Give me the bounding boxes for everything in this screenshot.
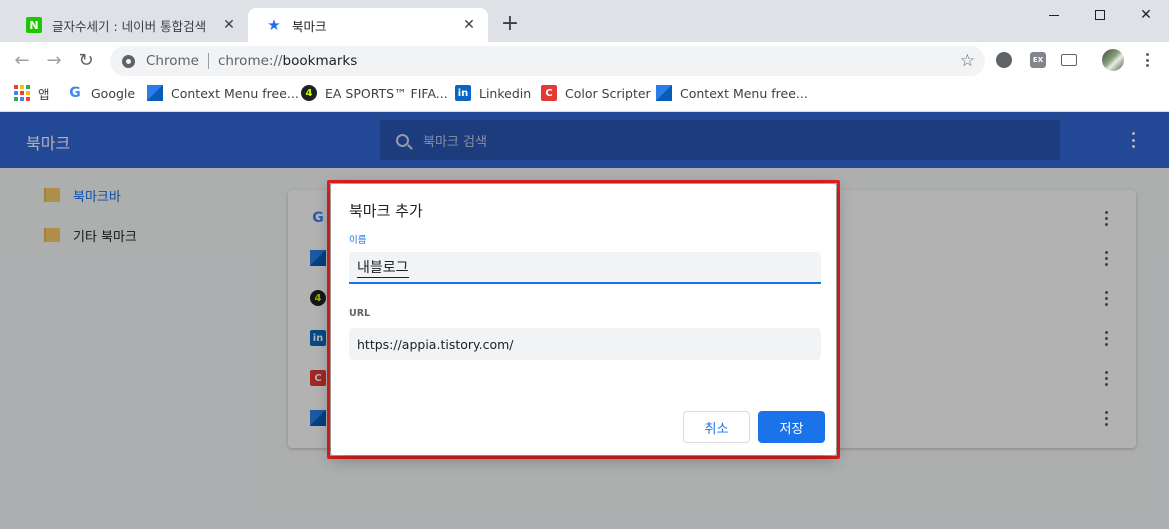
address-url: chrome://bookmarks: [218, 53, 357, 69]
tab-bookmarks[interactable]: ★ 북마크 ✕: [248, 8, 488, 42]
url-prefix: chrome://: [217, 53, 283, 69]
ea-sports-icon: 4: [301, 85, 317, 101]
bookmark-label: Google: [91, 85, 136, 101]
color-scripter-icon: C: [541, 85, 557, 101]
url-host: bookmarks: [282, 53, 358, 69]
dialog-title: 북마크 추가: [349, 202, 423, 220]
add-bookmark-dialog: 북마크 추가 이름 내블로그 URL https://appia.tistory…: [331, 184, 836, 455]
close-window-button[interactable]: ✕: [1123, 0, 1169, 30]
maximize-icon: [1095, 10, 1105, 20]
bookmark-label: Color Scripter: [565, 85, 651, 101]
omnibox-divider: [207, 53, 209, 69]
save-button[interactable]: 저장: [758, 411, 825, 443]
bookmark-star-icon[interactable]: ☆: [960, 51, 975, 71]
bookmark-apps[interactable]: 앱: [14, 78, 50, 108]
close-icon: ✕: [1140, 7, 1152, 23]
bookmark-color-scripter[interactable]: C Color Scripter: [541, 78, 651, 108]
bookmark-linkedin[interactable]: in Linkedin: [455, 78, 531, 108]
bookmark-label: Linkedin: [479, 85, 532, 101]
star-icon: ★: [267, 16, 281, 34]
context-menu-icon: [147, 85, 163, 101]
bookmark-label: EA SPORTS™ FIFA...: [325, 85, 448, 101]
back-button[interactable]: ←: [9, 47, 35, 73]
profile-avatar[interactable]: [1102, 49, 1124, 71]
omnibox-chip: Chrome: [146, 53, 199, 69]
minimize-icon: [1049, 14, 1059, 16]
close-tab-icon[interactable]: ✕: [460, 16, 478, 34]
browser-toolbar: ← → ↻ Chrome chrome://bookmarks ☆ EX: [0, 42, 1169, 78]
apps-grid-icon: [14, 85, 30, 101]
close-tab-icon[interactable]: ✕: [220, 16, 238, 34]
maximize-button[interactable]: [1077, 0, 1123, 30]
name-field-label: 이름: [349, 235, 367, 246]
bookmark-context-menu-2[interactable]: Context Menu free...: [656, 78, 808, 108]
cancel-button[interactable]: 취소: [683, 411, 750, 443]
bookmark-label: 앱: [38, 86, 50, 102]
tab-title: 글자수세기 : 네이버 통합검색: [52, 18, 207, 34]
tab-title: 북마크: [292, 18, 327, 34]
bookmark-label: Context Menu free...: [171, 85, 299, 101]
url-field[interactable]: https://appia.tistory.com/: [349, 328, 821, 360]
url-field-label: URL: [349, 308, 371, 319]
tab-strip: N 글자수세기 : 네이버 통합검색 ✕ ★ 북마크 ✕ + ✕: [0, 0, 1169, 42]
name-field[interactable]: 내블로그: [349, 252, 821, 284]
naver-icon: N: [26, 17, 42, 33]
url-field-value: https://appia.tistory.com/: [357, 336, 514, 352]
extension-ex-icon[interactable]: EX: [1030, 52, 1046, 68]
context-menu-icon: [656, 85, 672, 101]
bookmark-context-menu[interactable]: Context Menu free...: [147, 78, 299, 108]
extension-cast-icon[interactable]: [1061, 54, 1077, 66]
new-tab-button[interactable]: +: [498, 12, 522, 36]
bookmarks-bar: 앱 G Google Context Menu free... 4 EA SPO…: [0, 78, 1169, 112]
browser-menu-icon[interactable]: [1140, 52, 1154, 68]
name-field-value: 내블로그: [357, 257, 409, 278]
extension-icon[interactable]: [996, 52, 1012, 68]
forward-button[interactable]: →: [41, 47, 67, 73]
chrome-icon: [122, 54, 135, 68]
google-icon: G: [69, 85, 81, 101]
bookmark-google[interactable]: G Google: [67, 78, 135, 108]
tab-naver-search[interactable]: N 글자수세기 : 네이버 통합검색 ✕: [8, 8, 248, 42]
minimize-button[interactable]: [1031, 0, 1077, 30]
bookmark-ea-sports[interactable]: 4 EA SPORTS™ FIFA...: [301, 78, 448, 108]
reload-button[interactable]: ↻: [73, 47, 99, 73]
bookmark-label: Context Menu free...: [680, 85, 808, 101]
linkedin-icon: in: [455, 85, 471, 101]
address-bar[interactable]: Chrome chrome://bookmarks ☆: [110, 46, 985, 76]
